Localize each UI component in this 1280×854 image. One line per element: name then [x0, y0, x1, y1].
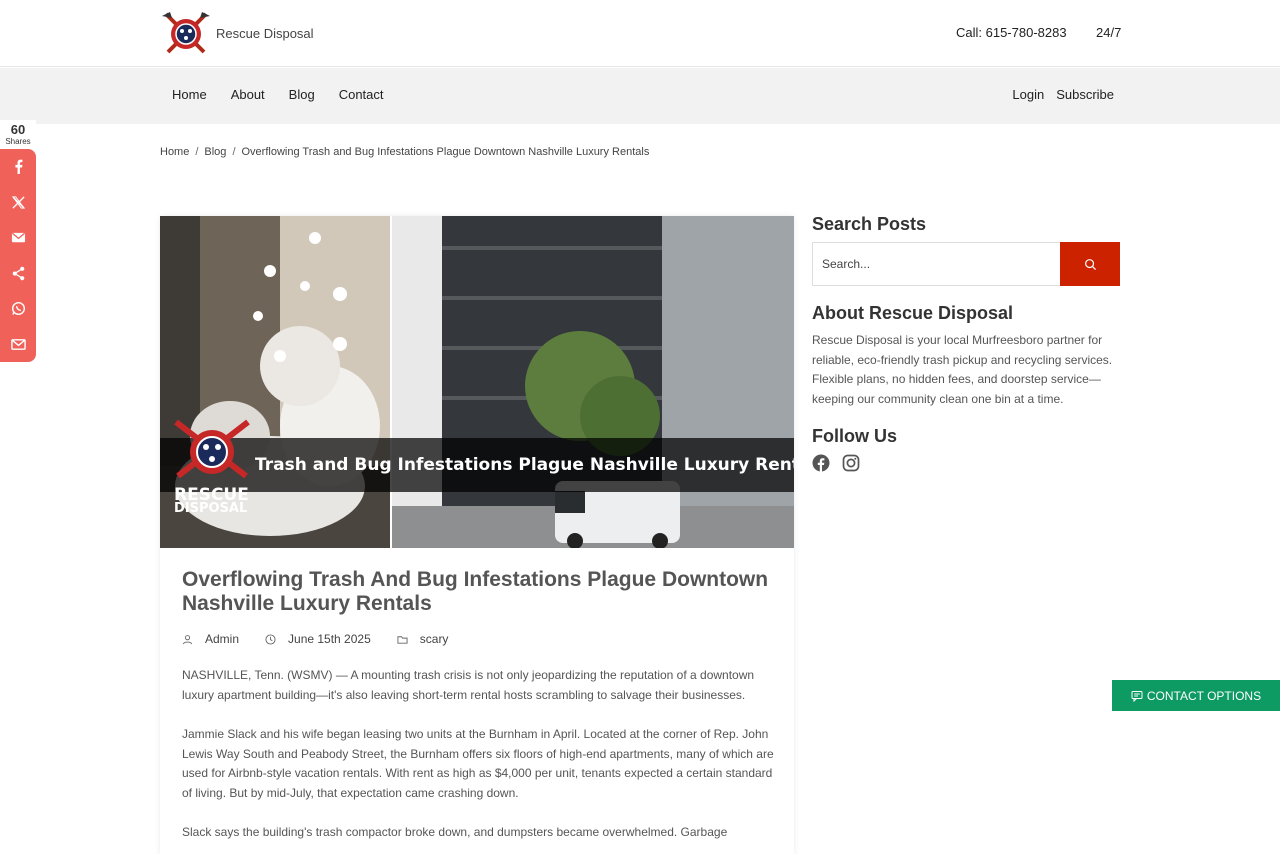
share-whatsapp-button[interactable]: [0, 291, 36, 327]
post-paragraph: NASHVILLE, Tenn. (WSMV) — A mounting tra…: [182, 668, 755, 702]
breadcrumb-home[interactable]: Home: [160, 146, 189, 158]
nav-bar: Home About Blog Contact Login Subscribe: [0, 68, 1280, 124]
breadcrumb: Home / Blog / Overflowing Trash and Bug Infe…: [160, 146, 650, 158]
search-button[interactable]: [1060, 242, 1120, 286]
clock-icon: [265, 633, 276, 645]
follow-heading: Follow Us: [812, 426, 897, 446]
post-meta: Admin June 15th 2025 scary: [182, 632, 774, 646]
contact-options-label: CONTACT OPTIONS: [1146, 688, 1262, 703]
facebook-icon[interactable]: [812, 454, 830, 472]
share-bar: [0, 149, 36, 362]
share-facebook-button[interactable]: [0, 149, 36, 185]
post-author-name: Admin: [205, 632, 240, 646]
folder-icon: [397, 635, 408, 644]
brand[interactable]: Rescue Disposal: [160, 10, 314, 56]
hero-logo-line2: DISPOSAL: [174, 501, 247, 516]
brand-name: Rescue Disposal: [216, 25, 314, 41]
top-header: Rescue Disposal Call: 615-780-8283 24/7: [0, 0, 1280, 67]
post-author[interactable]: Admin: [182, 632, 239, 646]
nav-login[interactable]: Login: [1012, 87, 1044, 102]
post-paragraph: Jammie Slack and his wife began leasing …: [182, 727, 774, 800]
hero-image: RESCUE DISPOSAL Trash and Bug Infestatio…: [160, 216, 794, 548]
about-heading: About Rescue Disposal: [812, 303, 1014, 323]
search-input[interactable]: [812, 242, 1060, 286]
chat-icon: [1131, 690, 1143, 702]
hero-caption: Trash and Bug Infestations Plague Nashvi…: [255, 455, 794, 475]
account-nav: Login Subscribe: [1012, 87, 1114, 102]
post-title: Overflowing Trash And Bug Infestations P…: [182, 568, 769, 615]
breadcrumb-blog[interactable]: Blog: [204, 146, 226, 158]
social-links: [812, 454, 1120, 472]
search-posts-heading: Search Posts: [812, 214, 927, 234]
sidebar: Search Posts About Rescue Disposal Rescu…: [812, 214, 1120, 472]
breadcrumb-current: Overflowing Trash and Bug Infestations P…: [241, 146, 650, 158]
about-text: Rescue Disposal is your local Murfreesbo…: [812, 333, 1113, 406]
contact-options-button[interactable]: CONTACT OPTIONS: [1112, 680, 1280, 711]
post-category-name: scary: [419, 632, 449, 646]
main-nav: Home About Blog Contact: [172, 87, 384, 102]
nav-about[interactable]: About: [231, 87, 265, 102]
share-gmail-button[interactable]: [0, 327, 36, 363]
call-number[interactable]: Call: 615-780-8283: [956, 25, 1067, 40]
search-icon: [1084, 258, 1096, 270]
post-category[interactable]: scary: [397, 632, 449, 646]
share-email-button[interactable]: [0, 220, 36, 256]
nav-blog[interactable]: Blog: [289, 87, 315, 102]
post-date: June 15th 2025: [265, 632, 371, 646]
email-icon: [11, 233, 25, 243]
post-body: Overflowing Trash And Bug Infestations P…: [182, 568, 774, 843]
user-icon: [182, 634, 193, 644]
whatsapp-icon: [11, 302, 25, 316]
nav-home[interactable]: Home: [172, 87, 207, 102]
hours-label: 24/7: [1096, 25, 1122, 40]
post-paragraph: Slack says the building's trash compacto…: [182, 825, 728, 839]
share-generic-button[interactable]: [0, 256, 36, 292]
nav-contact[interactable]: Contact: [339, 87, 384, 102]
share-icon: [12, 266, 24, 280]
instagram-icon[interactable]: [842, 454, 860, 472]
article-card: RESCUE DISPOSAL Trash and Bug Infestatio…: [160, 216, 794, 854]
x-icon: [11, 196, 25, 209]
rescue-disposal-logo-icon: [162, 12, 210, 54]
gmail-icon: [10, 338, 26, 350]
share-count: 60 Shares: [0, 120, 36, 149]
share-count-label: Shares: [5, 137, 31, 146]
share-x-button[interactable]: [0, 185, 36, 221]
share-count-number: 60: [10, 122, 26, 137]
post-date-text: June 15th 2025: [288, 632, 371, 646]
nav-subscribe[interactable]: Subscribe: [1056, 87, 1114, 102]
search-form: [812, 242, 1120, 286]
facebook-icon: [14, 159, 22, 175]
